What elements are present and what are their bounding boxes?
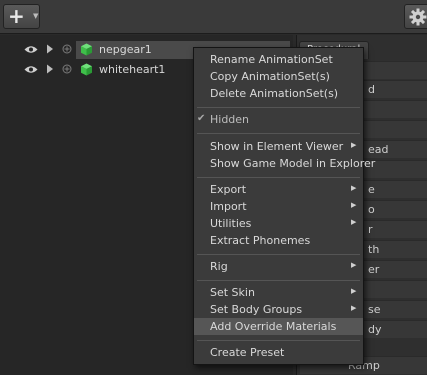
menu-item-label: Show Game Model in Explorer (210, 157, 376, 170)
menu-separator (197, 340, 360, 341)
menu-separator (197, 280, 360, 281)
menu-item-label: Rig (210, 260, 228, 273)
menu-item-label: Show in Element Viewer (210, 140, 344, 153)
settings-button[interactable] (404, 4, 427, 29)
expand-icon[interactable] (62, 64, 72, 74)
toolbar: + ▼ (0, 0, 427, 34)
menu-item-export[interactable]: Export ▶ (194, 181, 363, 198)
preset-row-label: er (368, 263, 380, 276)
preset-row-label: se (368, 303, 381, 316)
menu-separator (197, 254, 360, 255)
menu-item-rename-animationset[interactable]: Rename AnimationSet (194, 51, 363, 68)
eye-icon[interactable] (24, 65, 38, 74)
submenu-arrow-icon: ▶ (351, 287, 357, 295)
tree-item-label: whiteheart1 (99, 63, 166, 76)
preset-row-label: dy (368, 323, 382, 336)
submenu-arrow-icon: ▶ (351, 218, 357, 226)
menu-item-label: Import (210, 200, 247, 213)
cube-model-icon (81, 63, 92, 76)
submenu-arrow-icon: ▶ (351, 261, 357, 269)
menu-item-label: Delete AnimationSet(s) (210, 87, 339, 100)
menu-item-label: Set Skin (210, 286, 255, 299)
menu-item-label: Utilities (210, 217, 252, 230)
menu-item-copy-animationset[interactable]: Copy AnimationSet(s) (194, 68, 363, 85)
checkmark-icon: ✔ (197, 113, 206, 124)
menu-item-label: Hidden (210, 113, 250, 126)
menu-item-rig[interactable]: Rig ▶ (194, 258, 363, 275)
menu-item-import[interactable]: Import ▶ (194, 198, 363, 215)
play-icon[interactable] (46, 64, 54, 74)
dropdown-arrow-icon: ▼ (33, 12, 39, 20)
preset-row-label: e (368, 183, 375, 196)
preset-row-label: r (368, 223, 373, 236)
menu-item-label: Extract Phonemes (210, 234, 311, 247)
menu-item-label: Add Override Materials (210, 320, 337, 333)
menu-item-label: Set Body Groups (210, 303, 303, 316)
preset-row-label: o (368, 203, 375, 216)
submenu-arrow-icon: ▶ (351, 184, 357, 192)
menu-separator (197, 133, 360, 134)
menu-separator (197, 107, 360, 108)
submenu-arrow-icon: ▶ (351, 304, 357, 312)
menu-item-show-in-element-viewer[interactable]: Show in Element Viewer ▶ (194, 138, 363, 155)
eye-icon[interactable] (24, 45, 38, 54)
menu-item-label: Export (210, 183, 247, 196)
gear-icon (409, 8, 427, 26)
add-animation-set-button[interactable]: + ▼ (3, 4, 40, 29)
submenu-arrow-icon: ▶ (351, 201, 357, 209)
menu-separator (197, 177, 360, 178)
menu-item-hidden[interactable]: ✔ Hidden (194, 111, 363, 128)
submenu-arrow-icon: ▶ (351, 141, 357, 149)
preset-row-label: th (368, 243, 380, 256)
tree-item-label: nepgear1 (99, 43, 152, 56)
expand-icon[interactable] (62, 44, 72, 54)
preset-row-label: d (368, 83, 375, 96)
menu-item-create-preset[interactable]: Create Preset (194, 344, 363, 361)
menu-item-add-override-materials[interactable]: Add Override Materials (194, 318, 363, 335)
menu-item-extract-phonemes[interactable]: Extract Phonemes (194, 232, 363, 249)
context-menu: Rename AnimationSet Copy AnimationSet(s)… (193, 47, 375, 365)
cube-model-icon (81, 43, 92, 56)
menu-item-utilities[interactable]: Utilities ▶ (194, 215, 363, 232)
menu-item-set-body-groups[interactable]: Set Body Groups ▶ (194, 301, 363, 318)
menu-item-set-skin[interactable]: Set Skin ▶ (194, 284, 363, 301)
preset-row-label: ead (368, 143, 389, 156)
plus-icon: + (8, 4, 25, 28)
menu-item-delete-animationset[interactable]: Delete AnimationSet(s) (194, 85, 363, 102)
menu-item-label: Rename AnimationSet (210, 53, 333, 66)
menu-item-show-game-model-in-explorer[interactable]: Show Game Model in Explorer (194, 155, 375, 172)
play-icon[interactable] (46, 44, 54, 54)
menu-item-label: Create Preset (210, 346, 285, 359)
menu-item-label: Copy AnimationSet(s) (210, 70, 330, 83)
